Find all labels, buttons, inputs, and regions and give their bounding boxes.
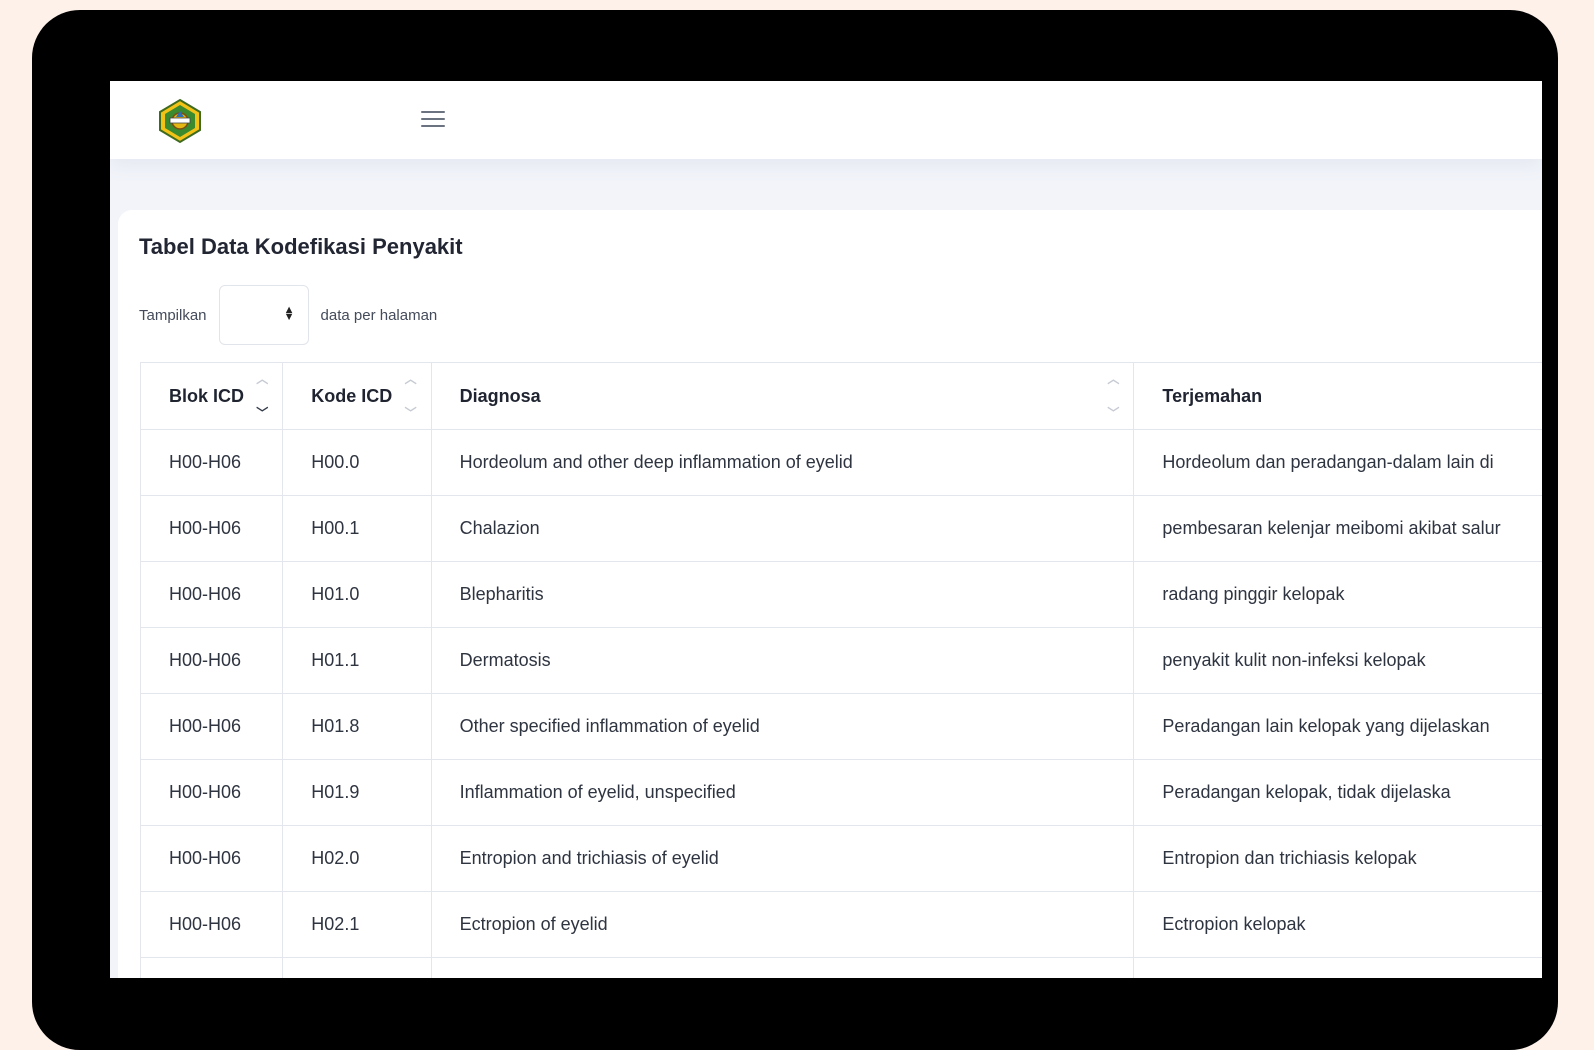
- blok-icd-cell: H00-H06: [139, 825, 284, 892]
- terjemahan-cell: Hordeolum dan peradangan-dalam lain di: [1133, 429, 1542, 496]
- column-header-blok-icd[interactable]: Blok ICD ︿ ﹀: [139, 362, 284, 430]
- terjemahan-cell: Peradangan lain kelopak yang dijelaskan: [1133, 693, 1542, 760]
- column-header-diagnosa[interactable]: Diagnosa ︿ ﹀: [430, 362, 1135, 430]
- blok-icd-cell: H00-H06: [139, 759, 284, 826]
- hamburger-menu-icon[interactable]: [421, 111, 445, 131]
- icd-table: Blok ICD ︿ ﹀ Kode ICD ︿ ﹀ Diagnosa ︿ ﹀ Te: [139, 362, 1542, 978]
- diagnosa-cell: Dermatosis: [430, 627, 1135, 694]
- diagnosa-cell: Inflammation of eyelid, unspecified: [430, 759, 1135, 826]
- blok-icd-cell: H00-H06: [139, 561, 284, 628]
- kode-icd-cell: H01.0: [282, 561, 432, 628]
- top-navbar: [110, 81, 1542, 159]
- column-header-terjemahan[interactable]: Terjemahan: [1133, 362, 1542, 430]
- blok-icd-cell: H00-H06: [139, 495, 284, 562]
- diagnosa-cell: Blepharitis: [430, 561, 1135, 628]
- table-row: H00-H06 H01.8 Other specified inflammation…: [139, 693, 1542, 760]
- page-title: Tabel Data Kodefikasi Penyakit: [139, 234, 463, 259]
- select-updown-icon: ▲ ▼: [283, 304, 295, 323]
- terjemahan-cell: Ectropion kelopak: [1133, 891, 1542, 958]
- column-header-kode-icd[interactable]: Kode ICD ︿ ﹀: [282, 362, 432, 430]
- table-row: H00-H06 H00.0 Hordeolum and other deep inf…: [139, 429, 1542, 496]
- table-row: [139, 957, 1542, 978]
- device-frame: Tabel Data Kodefikasi Penyakit Tampilkan…: [32, 10, 1558, 1050]
- diagnosa-cell: Entropion and trichiasis of eyelid: [430, 825, 1135, 892]
- page-length-control: Tampilkan ▲ ▼ data per halaman: [139, 285, 437, 345]
- column-header-label: Blok ICD: [169, 385, 245, 406]
- kode-icd-cell: H01.8: [282, 693, 432, 760]
- sort-icon[interactable]: ︿ ﹀: [256, 373, 268, 419]
- length-prefix-label: Tampilkan: [139, 306, 207, 324]
- sort-icon[interactable]: ︿ ﹀: [405, 373, 417, 419]
- table-row: H00-H06 H01.9 Inflammation of eyelid, unsp…: [139, 759, 1542, 826]
- kode-icd-cell: H02.0: [282, 825, 432, 892]
- diagnosa-cell: Chalazion: [430, 495, 1135, 562]
- diagnosa-cell: [430, 957, 1135, 978]
- column-header-label: Terjemahan: [1162, 385, 1263, 406]
- kode-icd-cell: H00.1: [282, 495, 432, 562]
- column-header-label: Kode ICD: [311, 385, 393, 406]
- length-suffix-label: data per halaman: [320, 306, 438, 324]
- kode-icd-cell: [282, 957, 432, 978]
- kode-icd-cell: H01.1: [282, 627, 432, 694]
- table-header-row: Blok ICD ︿ ﹀ Kode ICD ︿ ﹀ Diagnosa ︿ ﹀ Te: [139, 362, 1542, 430]
- kode-icd-cell: H01.9: [282, 759, 432, 826]
- terjemahan-cell: Entropion dan trichiasis kelopak: [1133, 825, 1542, 892]
- sort-icon[interactable]: ︿ ﹀: [1107, 373, 1119, 419]
- table-body: H00-H06 H00.0 Hordeolum and other deep inf…: [139, 429, 1542, 978]
- diagnosa-cell: Other specified inflammation of eyelid: [430, 693, 1135, 760]
- diagnosa-cell: Hordeolum and other deep inflammation of…: [430, 429, 1135, 496]
- diagnosa-cell: Ectropion of eyelid: [430, 891, 1135, 958]
- column-header-label: Diagnosa: [459, 385, 541, 406]
- table-row: H00-H06 H01.1 Dermatosis penyakit kulit non…: [139, 627, 1542, 694]
- blok-icd-cell: H00-H06: [139, 891, 284, 958]
- app-screen: Tabel Data Kodefikasi Penyakit Tampilkan…: [110, 81, 1542, 978]
- blok-icd-cell: [139, 957, 284, 978]
- kode-icd-cell: H02.1: [282, 891, 432, 958]
- kode-icd-cell: H00.0: [282, 429, 432, 496]
- data-card: Tabel Data Kodefikasi Penyakit Tampilkan…: [118, 210, 1542, 978]
- table-row: H00-H06 H02.1 Ectropion of eyelid Ectropion…: [139, 891, 1542, 958]
- table-row: H00-H06 H00.1 Chalazion pembesaran kelenjar…: [139, 495, 1542, 562]
- table-row: H00-H06 H02.0 Entropion and trichiasis of …: [139, 825, 1542, 892]
- government-emblem-logo[interactable]: [157, 98, 203, 144]
- blok-icd-cell: H00-H06: [139, 429, 284, 496]
- terjemahan-cell: Peradangan kelopak, tidak dijelaska: [1133, 759, 1542, 826]
- terjemahan-cell: pembesaran kelenjar meibomi akibat salur: [1133, 495, 1542, 562]
- page-length-select[interactable]: ▲ ▼: [218, 285, 309, 345]
- terjemahan-cell: penyakit kulit non-infeksi kelopak: [1133, 627, 1542, 694]
- blok-icd-cell: H00-H06: [139, 693, 284, 760]
- table-row: H00-H06 H01.0 Blepharitis radang pinggir ke…: [139, 561, 1542, 628]
- blok-icd-cell: H00-H06: [139, 627, 284, 694]
- terjemahan-cell: radang pinggir kelopak: [1133, 561, 1542, 628]
- terjemahan-cell: [1133, 957, 1542, 978]
